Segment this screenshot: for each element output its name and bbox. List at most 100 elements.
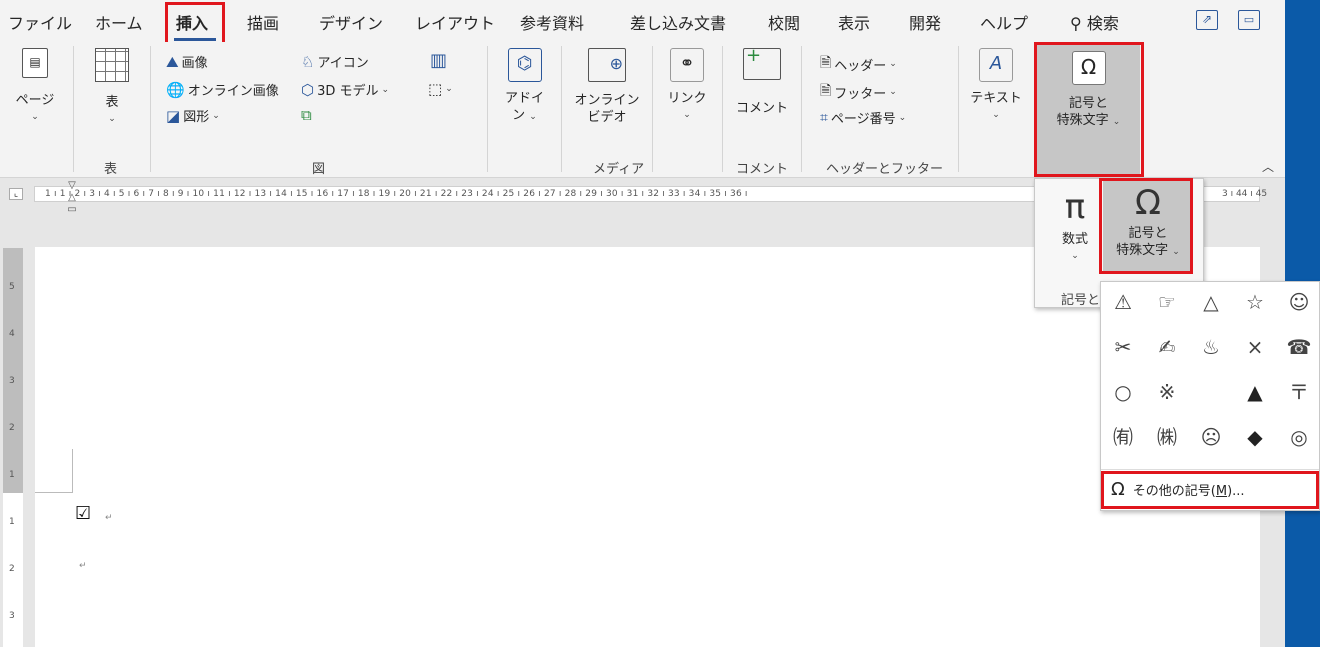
tab-help[interactable]: ヘルプ — [980, 10, 1028, 34]
group-separator — [150, 46, 151, 172]
reference-mark-symbol[interactable]: ※ — [1149, 374, 1185, 410]
symbols-dropdown-label-2: 特殊文字 — [1116, 243, 1169, 258]
footer-button[interactable]: 🗎 フッター ⌄ — [820, 80, 897, 104]
tab-file[interactable]: ファイル — [8, 10, 72, 34]
vertical-ruler-numbers: 54321123 — [9, 282, 15, 621]
star-outline-symbol[interactable]: ☆ — [1237, 284, 1273, 320]
tab-view[interactable]: 表示 — [838, 10, 870, 34]
omega-icon: Ω — [1111, 478, 1125, 500]
chart-icon: ▥ — [430, 50, 448, 71]
hot-spring-symbol[interactable]: ♨ — [1193, 329, 1229, 365]
text-button[interactable]: A テキスト ⌄ — [964, 48, 1028, 124]
collapse-ribbon-icon[interactable]: ︿ — [1262, 158, 1274, 175]
limited-company-symbol[interactable]: ㈲ — [1105, 419, 1141, 455]
group-separator — [958, 46, 959, 172]
table-label: 表 — [105, 95, 119, 110]
group-label-comments: コメント — [736, 162, 789, 177]
menu-bar: ファイル ホーム 挿入 描画 デザイン レイアウト 参考資料 差し込み文書 校閲… — [0, 0, 1285, 42]
chevron-down-icon: ⌄ — [898, 112, 907, 123]
shape-button[interactable]: ◪ 図形 ⌄ — [166, 106, 220, 126]
group-separator — [487, 46, 488, 172]
table-button[interactable]: 表 ⌄ — [87, 48, 137, 128]
stock-company-symbol[interactable]: ㈱ — [1149, 419, 1185, 455]
smiley-symbol[interactable]: ☺ — [1281, 284, 1317, 320]
link-button[interactable]: ⚭ リンク ⌄ — [660, 48, 714, 124]
equation-button[interactable]: π 数式 ⌄ — [1047, 187, 1103, 265]
3d-model-button[interactable]: ⬡ 3D モデル ⌄ — [301, 80, 389, 100]
online-image-label: オンライン画像 — [187, 84, 279, 99]
triangle-filled-symbol[interactable]: ▲ — [1237, 374, 1273, 410]
chevron-down-icon: ⌄ — [212, 110, 220, 121]
frown-symbol[interactable]: ☹ — [1193, 419, 1229, 455]
text-icon: A — [979, 48, 1013, 82]
omega-icon: Ω — [1071, 51, 1106, 85]
header-button[interactable]: 🗎 ヘッダー ⌄ — [820, 52, 897, 76]
tab-insert[interactable]: 挿入 — [176, 10, 208, 34]
diamond-filled-symbol[interactable]: ◆ — [1237, 419, 1273, 455]
pi-icon: π — [1064, 187, 1086, 227]
addins-button[interactable]: ⌬ アドイ ン ⌄ — [497, 48, 552, 126]
group-separator — [652, 46, 653, 172]
blank-symbol[interactable] — [1193, 374, 1229, 410]
page-icon: ▤ — [22, 48, 48, 78]
group-label-header-footer: ヘッダーとフッター — [826, 162, 944, 177]
icons-icon: ♘ — [301, 52, 315, 71]
tab-references[interactable]: 参考資料 — [520, 10, 584, 34]
pointing-hand-symbol[interactable]: ☞ — [1149, 284, 1185, 320]
search-icon: ⚲ — [1070, 14, 1082, 33]
screenshot-button[interactable]: ⬚ ⌄ — [428, 80, 453, 98]
tab-review[interactable]: 校閲 — [768, 10, 800, 34]
shape-icon: ◪ — [166, 106, 181, 125]
group-separator — [561, 46, 562, 172]
symbols-dropdown-button[interactable]: Ω 記号と 特殊文字 ⌄ — [1103, 181, 1193, 273]
checkbox-symbol[interactable]: ☑ — [75, 503, 91, 524]
indent-marker-icon[interactable]: ▽ △ ▭ — [66, 180, 78, 215]
online-image-button[interactable]: 🌐 オンライン画像 — [166, 80, 279, 100]
online-video-label-2: ビデオ — [587, 110, 627, 125]
gallery-divider — [1101, 469, 1319, 470]
online-video-button[interactable]: ⊕ オンライン ビデオ — [568, 48, 646, 126]
glasses-symbol[interactable]: ✍ — [1149, 329, 1185, 365]
share-icon[interactable]: ⇗ — [1196, 10, 1218, 30]
more-symbols-button[interactable]: Ω その他の記号(M)... — [1105, 474, 1317, 504]
symbols-button[interactable]: Ω 記号と 特殊文字 ⌄ — [1037, 45, 1140, 175]
image-button[interactable]: ⛰ 画像 — [166, 52, 208, 72]
tab-layout[interactable]: レイアウト — [415, 10, 495, 34]
vertical-ruler[interactable]: 54321123 — [3, 248, 23, 647]
postal-mark-symbol[interactable]: 〒 — [1281, 374, 1317, 410]
tab-design[interactable]: デザイン — [319, 10, 383, 34]
ribbon: ▤ ページ ⌄ 表 ⌄ 表 ⛰ 画像 🌐 オンライン画像 ◪ 図形 ⌄ ♘ アイコン ⬡ 3… — [0, 42, 1285, 178]
screenshot-icon: ⬚ — [428, 80, 443, 98]
page-button[interactable]: ▤ ページ ⌄ — [10, 48, 60, 126]
circle-outline-symbol[interactable]: ○ — [1105, 374, 1141, 410]
equation-label: 数式 — [1061, 232, 1088, 247]
video-icon: ⊕ — [588, 48, 626, 82]
page-number-button[interactable]: ⌗ ページ番号 ⌄ — [820, 108, 907, 128]
tab-selector-icon[interactable]: ⌞ — [9, 188, 23, 200]
search-box[interactable]: ⚲ 検索 — [1070, 10, 1119, 34]
group-separator — [722, 46, 723, 172]
comment-button[interactable]: + コメント — [730, 47, 794, 117]
multiply-symbol[interactable]: × — [1237, 329, 1273, 365]
tab-home[interactable]: ホーム — [95, 10, 143, 34]
scissors-symbol[interactable]: ✂ — [1105, 329, 1141, 365]
icon-button[interactable]: ♘ アイコン — [301, 52, 369, 72]
tab-mailings[interactable]: 差し込み文書 — [630, 10, 726, 34]
warning-symbol[interactable]: ⚠ — [1105, 284, 1141, 320]
symbols-label: 記号と — [1068, 96, 1108, 111]
smartart-button[interactable]: ⧉ — [301, 106, 312, 124]
more-symbols-label: その他の記号(M)... — [1132, 483, 1245, 499]
chevron-down-icon: ⌄ — [108, 114, 116, 124]
tab-draw[interactable]: 描画 — [247, 10, 279, 34]
double-circle-symbol[interactable]: ◎ — [1281, 419, 1317, 455]
chevron-down-icon: ⌄ — [1172, 247, 1180, 257]
header-icon: 🗎 — [820, 55, 832, 71]
chevron-down-icon: ⌄ — [31, 112, 39, 122]
telephone-symbol[interactable]: ☎ — [1281, 329, 1317, 365]
chart-button[interactable]: ▥ — [430, 50, 447, 71]
comments-icon[interactable]: ▭ — [1238, 10, 1260, 30]
tab-developer[interactable]: 開発 — [909, 10, 941, 34]
paragraph-mark: ↵ — [105, 513, 113, 523]
triangle-outline-symbol[interactable]: △ — [1193, 284, 1229, 320]
active-tab-indicator — [174, 38, 216, 41]
